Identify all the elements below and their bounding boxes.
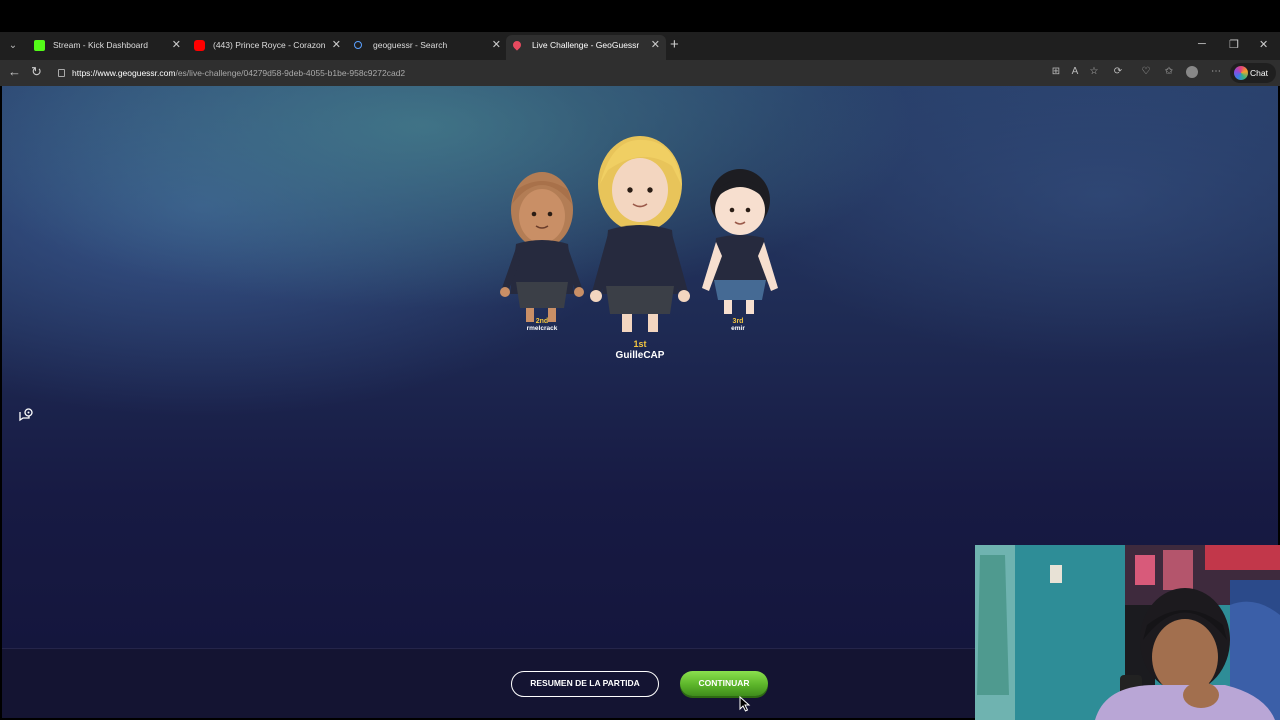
back-arrow-icon[interactable]: ← xyxy=(8,64,21,79)
tab-kick-dashboard[interactable]: Stream - Kick Dashboard ✕ xyxy=(27,35,187,60)
avatar-third-place xyxy=(702,169,778,314)
favorite-star-icon[interactable]: ☆ xyxy=(1088,66,1100,78)
lock-icon xyxy=(58,69,65,77)
extensions-icon[interactable]: ⟳ xyxy=(1112,66,1124,78)
copilot-icon xyxy=(1234,66,1248,80)
second-place-label: 2nd rmelcrack xyxy=(502,318,582,332)
tab-label: (443) Prince Royce - Corazon Sin C xyxy=(213,40,325,50)
tab-search[interactable]: geoguessr - Search ✕ xyxy=(347,35,507,60)
read-aloud-icon[interactable]: A xyxy=(1069,66,1081,78)
restore-icon[interactable]: ❐ xyxy=(1229,38,1239,51)
mouse-cursor-icon xyxy=(739,696,751,712)
profile-avatar-icon[interactable] xyxy=(1186,66,1198,78)
search-icon xyxy=(354,41,362,49)
match-summary-button[interactable]: RESUMEN DE LA PARTIDA xyxy=(511,671,659,697)
chat-bubble-icon[interactable] xyxy=(18,407,34,423)
avatar-second-place xyxy=(500,172,584,322)
url-path: /es/live-challenge/04279d58-9deb-4055-b1… xyxy=(175,68,406,78)
youtube-icon xyxy=(194,40,205,51)
second-place-rank: 2nd xyxy=(535,318,549,325)
third-place-rank: 3rd xyxy=(732,318,744,325)
more-menu-icon[interactable]: ⋯ xyxy=(1210,66,1222,78)
first-place-label: 1st GuilleCAP xyxy=(590,339,690,361)
first-place-name: GuilleCAP xyxy=(615,350,665,361)
favorites-icon[interactable]: ✩ xyxy=(1163,66,1175,78)
app-grid-icon[interactable]: ⊞ xyxy=(1050,66,1062,78)
close-icon[interactable]: ✕ xyxy=(492,35,501,56)
tab-strip: ⌄ Stream - Kick Dashboard ✕ (443) Prince… xyxy=(0,32,1280,60)
kick-icon xyxy=(34,40,45,51)
tab-youtube[interactable]: (443) Prince Royce - Corazon Sin C ✕ xyxy=(187,35,347,60)
url-host: https://www.geoguessr.com xyxy=(72,68,176,78)
minimize-icon[interactable]: ─ xyxy=(1198,38,1206,50)
third-place-name: emir xyxy=(731,325,745,332)
first-place-rank: 1st xyxy=(633,339,647,349)
tab-label: geoguessr - Search xyxy=(373,40,448,50)
tab-label: Live Challenge - GeoGuessr xyxy=(532,40,640,50)
webcam-overlay xyxy=(975,545,1280,720)
address-toolbar: ← ↻ https://www.geoguessr.com/es/live-ch… xyxy=(0,60,1280,86)
chat-label: Chat xyxy=(1250,68,1268,78)
close-icon[interactable]: ✕ xyxy=(651,35,660,56)
tab-actions-chevron-icon[interactable]: ⌄ xyxy=(4,37,22,55)
new-tab-plus-icon[interactable]: + xyxy=(670,36,679,53)
top-black-bar xyxy=(0,0,1280,32)
close-icon[interactable]: ✕ xyxy=(332,35,341,56)
window-close-icon[interactable]: ✕ xyxy=(1259,38,1268,51)
browser-essentials-icon[interactable]: ♡ xyxy=(1140,66,1152,78)
geoguessr-pin-icon xyxy=(511,39,523,51)
tab-label: Stream - Kick Dashboard xyxy=(53,40,148,50)
second-place-name: rmelcrack xyxy=(526,325,558,332)
tab-geoguessr[interactable]: Live Challenge - GeoGuessr ✕ xyxy=(506,35,666,60)
continue-button[interactable]: CONTINUAR xyxy=(680,671,768,696)
avatar-first-place xyxy=(590,136,690,332)
copilot-chat-button[interactable]: Chat xyxy=(1230,63,1276,83)
webcam-feed-image xyxy=(975,545,1280,720)
third-place-label: 3rd emir xyxy=(700,318,776,332)
refresh-icon[interactable]: ↻ xyxy=(31,64,42,80)
close-icon[interactable]: ✕ xyxy=(172,35,181,56)
